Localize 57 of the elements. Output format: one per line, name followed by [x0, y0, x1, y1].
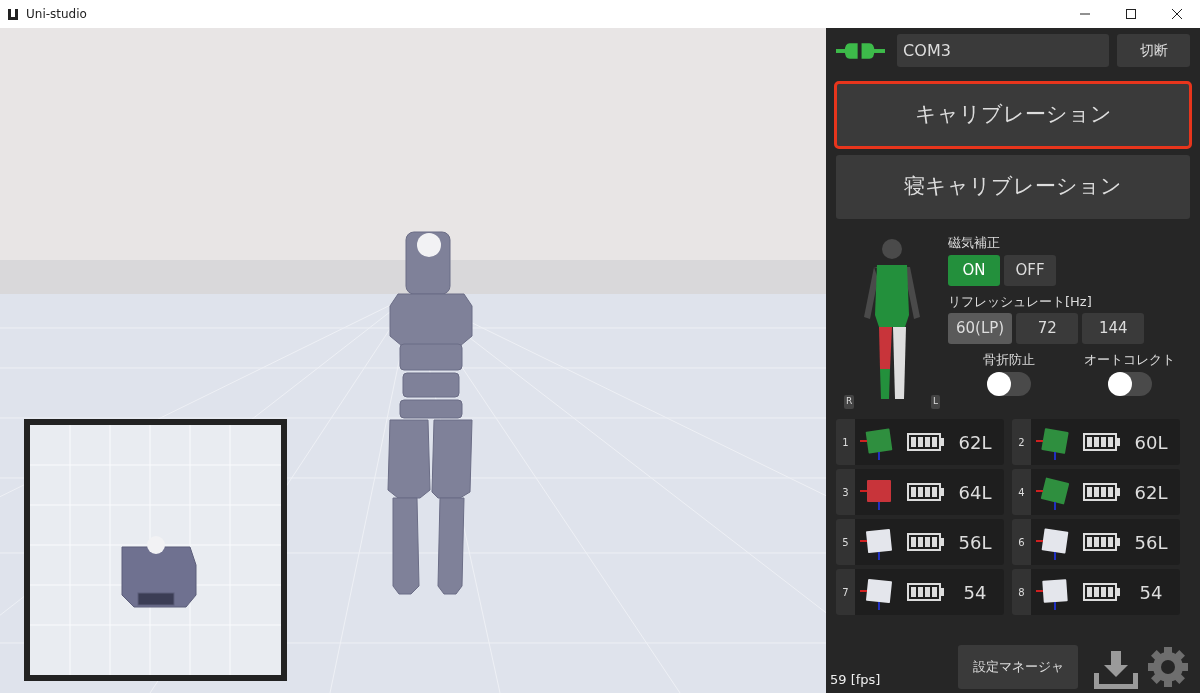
- battery-icon: [1083, 583, 1121, 601]
- sensor-reading: 56L: [1133, 530, 1169, 555]
- disconnect-button[interactable]: 切断: [1117, 34, 1190, 67]
- settings-button[interactable]: [1146, 645, 1190, 689]
- battery-icon: [1083, 433, 1121, 451]
- option-button[interactable]: 144: [1082, 313, 1145, 345]
- setting-label: 磁気補正: [948, 235, 1001, 251]
- battery-icon: [907, 433, 945, 451]
- setting-label: リフレッシュレート[Hz]: [948, 293, 1093, 310]
- battery-icon: [907, 583, 945, 601]
- cube-icon: [1036, 528, 1069, 560]
- cube-icon: [1036, 477, 1070, 510]
- sensor-number: 6: [1012, 519, 1031, 565]
- sensor-number: 7: [836, 569, 855, 615]
- calibration-button[interactable]: 寝キャリブレーション: [836, 155, 1190, 219]
- sensor-reading: 62L: [957, 430, 993, 455]
- sensor-reading: 60L: [1133, 430, 1169, 455]
- fps-counter: 59 [fps]: [830, 670, 881, 689]
- sensor-number: 4: [1012, 469, 1031, 515]
- sensor-reading: 64L: [957, 480, 993, 505]
- port-field[interactable]: COM3: [897, 34, 1110, 67]
- cube-icon: [1036, 579, 1068, 610]
- battery-icon: [1083, 483, 1121, 501]
- toggle-switch[interactable]: [986, 371, 1031, 396]
- cube-icon: [1036, 428, 1069, 460]
- option-button[interactable]: OFF: [1004, 254, 1056, 286]
- battery-icon: [907, 533, 945, 551]
- cube-icon: [860, 578, 893, 610]
- toggle-switch[interactable]: [1107, 371, 1152, 396]
- cube-icon: [860, 480, 891, 510]
- maximize-icon: [1126, 9, 1136, 19]
- cube-icon: [860, 528, 893, 560]
- sensor-reading: 54: [962, 580, 988, 605]
- download-button[interactable]: [1094, 651, 1138, 689]
- cube-icon: [860, 428, 893, 460]
- toggle-label: 骨折防止: [982, 352, 1035, 368]
- sensor-number: 8: [1012, 569, 1031, 615]
- sensor-reading: 56L: [957, 530, 993, 555]
- settings-manager-button[interactable]: 設定マネージャ: [958, 645, 1078, 689]
- sensor-reading: 54: [1138, 580, 1164, 605]
- option-button[interactable]: 72: [1016, 313, 1079, 345]
- sensor-number: 2: [1012, 419, 1031, 465]
- option-button[interactable]: 60(LP): [948, 313, 1013, 345]
- battery-icon: [1083, 533, 1121, 551]
- side-label: R: [844, 395, 855, 409]
- option-button[interactable]: ON: [948, 254, 1000, 286]
- sensor-number: 1: [836, 419, 855, 465]
- toggle-label: オートコレクト: [1084, 352, 1175, 368]
- close-icon: [1172, 9, 1182, 19]
- battery-icon: [907, 483, 945, 501]
- side-label: L: [931, 395, 940, 409]
- sensor-number: 3: [836, 469, 855, 515]
- sensor-reading: 62L: [1133, 480, 1169, 505]
- sensor-number: 5: [836, 519, 855, 565]
- app-logo-icon: [8, 8, 18, 20]
- window-title: Uni-studio: [26, 6, 87, 23]
- calibration-button[interactable]: キャリブレーション: [836, 83, 1190, 147]
